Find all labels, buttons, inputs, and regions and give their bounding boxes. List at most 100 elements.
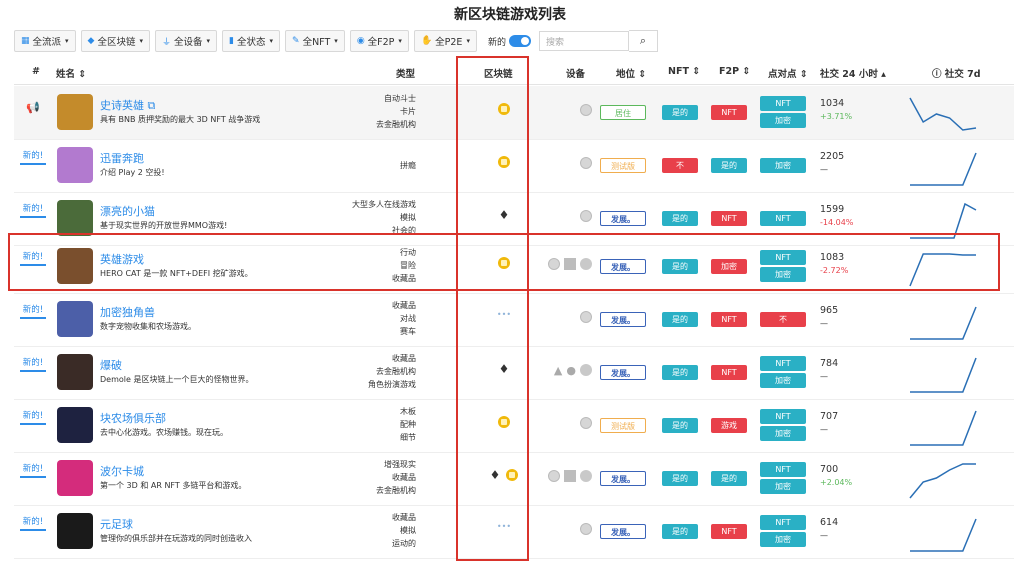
calendar-icon: ▦ [21,36,30,46]
game-thumbnail[interactable] [57,460,93,496]
polkadot-icon: ••• [496,522,512,531]
nft-badge: 是的 [662,365,698,380]
game-types: 大型多人在线游戏 模拟 社会的 [352,198,416,237]
social-change: — [820,372,828,381]
f2p-badge: NFT [711,211,747,226]
macos-icon [580,258,592,270]
game-thumbnail[interactable] [57,354,93,390]
game-type-label: 收藏品 [392,513,416,522]
device-icons [532,104,592,116]
game-name-link[interactable]: 迅雷奔跑 [100,150,144,166]
table-row: 新的! 块农场俱乐部 去中心化游戏。农场赚钱。现在玩。 木板 配种 细节 测试版 是的 游戏 NF… [14,399,1014,453]
game-types: 木板 配种 细节 [400,405,416,444]
game-thumbnail[interactable] [57,407,93,443]
chain-icons: ♦ [474,469,534,481]
game-name-link[interactable]: 波尔卡城 [100,463,144,479]
chevron-down-icon: ▾ [206,37,211,45]
game-thumbnail[interactable] [57,94,93,130]
game-thumbnail[interactable] [57,513,93,549]
game-type-label: 配种 [400,420,416,429]
ethereum-icon: ♦ [489,468,501,482]
filter-dropdown-4[interactable]: ✎ 全NFT ▾ [285,30,345,52]
social-change: -2.72% [820,266,849,275]
game-types: 收藏品 对战 赛车 [392,299,416,338]
filter-dropdown-3[interactable]: ▮ 全状态 ▾ [222,30,281,52]
nft-badge: 是的 [662,312,698,327]
sparkline-path [910,410,977,446]
p2p-badge: 加密 [760,373,806,388]
game-name-link[interactable]: 加密独角兽 [100,304,155,320]
game-description: 第一个 3D 和 AR NFT 多链平台和游戏。 [100,481,247,490]
game-type-label: 收藏品 [392,354,416,363]
game-name-link[interactable]: 元足球 [100,516,133,532]
p2p-badges: NFT 加密 [760,356,806,390]
col-nft[interactable]: NFT ⇕ [668,66,700,77]
chain-icons: ♦ [474,363,534,375]
nft-badge: 是的 [662,471,698,486]
chain-icons [474,103,534,115]
social-change: — [820,425,828,434]
filter-label: 全区块链 [97,37,136,48]
sparkline-path [910,202,977,239]
nft-badge: 是的 [662,418,698,433]
game-name-link[interactable]: 爆破 [100,357,122,373]
col-points[interactable]: 点对点 ⇕ [768,66,808,80]
new-badge: 新的! [20,151,46,165]
filter-dropdown-0[interactable]: ▦ 全流派 ▾ [14,30,76,52]
sparkline-path [909,253,976,287]
coins-icon: ◉ [356,36,365,46]
filter-dropdown-1[interactable]: ◆ 全区块链 ▾ [80,30,150,52]
filter-dropdown-5[interactable]: ◉ 全F2P ▾ [349,30,409,52]
new-badge: 新的! [20,252,46,266]
game-name-link[interactable]: 史诗英雄 ⧉ [100,97,155,113]
col-f2p[interactable]: F2P ⇕ [719,66,750,77]
nft-badge: 是的 [662,259,698,274]
chain-icons [474,257,534,269]
col-social-24h[interactable]: 社交 24 小时 ▴ [820,66,886,80]
col-status[interactable]: 地位 ⇕ [616,66,646,80]
game-name-link[interactable]: 漂亮的小猫 [100,203,155,219]
filter-label: 全设备 [174,37,203,48]
table-row: 📢 史诗英雄 ⧉ 具有 BNB 质押奖励的最大 3D NFT 战争游戏 自动斗士 卡片去… [14,86,1014,140]
new-badge-label: 新的! [22,358,44,368]
game-name-link[interactable]: 块农场俱乐部 [100,410,166,426]
web-icon [548,470,560,482]
status-badge: 发展。 [600,471,646,486]
game-description: 数字宠物收集和农场游戏。 [100,322,196,331]
new-toggle-switch[interactable] [508,35,531,47]
social-7d-sparkline [910,306,977,340]
filter-dropdown-2[interactable]: ⏚ 全设备 ▾ [155,30,218,52]
status-badge: 测试版 [600,158,646,173]
polkadot-icon: ••• [496,310,512,319]
social-7d-sparkline [909,97,977,131]
p2p-badge: 加密 [760,267,806,282]
social-change: — [820,319,828,328]
game-name-link[interactable]: 英雄游戏 [100,251,144,267]
search-input[interactable]: 搜索 [538,31,629,51]
filter-dropdown-6[interactable]: ✋ 全P2E ▾ [413,30,477,52]
game-thumbnail[interactable] [57,301,93,337]
new-badge-label: 新的! [22,151,44,161]
game-thumbnail[interactable] [57,200,93,236]
money-hand-icon: ✋ [420,36,433,46]
web-icon [580,157,592,169]
game-type-label: 大型多人在线游戏 [352,200,416,209]
new-badge-label: 新的! [22,464,44,474]
social-24h: 1599 -14.04% [820,204,853,227]
table-row: 新的! 波尔卡城 第一个 3D 和 AR NFT 多链平台和游戏。 增强现实 收藏品 去金… [14,452,1014,506]
search-button[interactable]: ⌕ [628,30,658,52]
social-change: -14.04% [820,218,854,227]
social-value: 965 [820,305,839,316]
game-thumbnail[interactable] [57,248,93,284]
bnb-icon [498,416,510,428]
game-thumbnail[interactable] [57,147,93,183]
sparkline-path [909,463,976,499]
new-filter[interactable]: 新的 [488,35,531,48]
new-badge-underline [20,163,46,165]
col-name[interactable]: 姓名 ⇕ [56,66,86,80]
social-value: 2205 [820,151,845,162]
f2p-badge: 是的 [711,471,747,486]
game-type-label: 运动的 [392,539,416,548]
device-icons [532,523,592,535]
social-7d-sparkline [910,357,977,393]
